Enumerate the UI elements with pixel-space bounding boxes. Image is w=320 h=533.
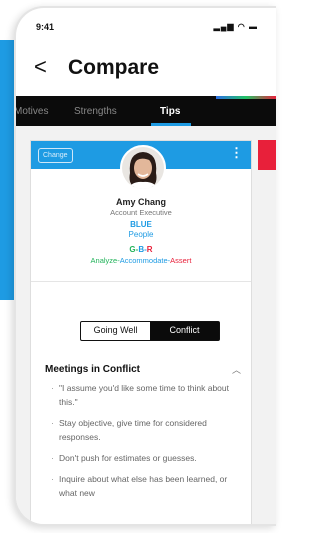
status-icons: ▂▄▆ ◠ ▬ xyxy=(214,22,258,31)
going-well-toggle[interactable]: Going Well xyxy=(81,322,150,340)
person-role: Account Executive xyxy=(110,208,172,217)
list-item: Don't push for estimates or guesses. xyxy=(51,451,239,465)
conflict-toggle[interactable]: Conflict xyxy=(150,322,219,340)
tab-motives[interactable]: Motives xyxy=(16,106,48,117)
list-item: Stay objective, give time for considered… xyxy=(51,416,239,444)
battery-icon: ▬ xyxy=(249,22,258,31)
change-button[interactable]: Change xyxy=(38,148,73,163)
card-divider xyxy=(31,281,251,282)
status-bar: 9:41 ▂▄▆ ◠ ▬ xyxy=(16,22,276,36)
phone-frame: 9:41 ▂▄▆ ◠ ▬ < Compare Motives Strengths… xyxy=(14,6,276,526)
tab-tips[interactable]: Tips xyxy=(160,106,180,117)
segmented-control: Going Well Conflict xyxy=(80,321,220,341)
rainbow-accent xyxy=(216,96,276,99)
section-title: Meetings in Conflict xyxy=(45,364,140,375)
list-item: "I assume you'd like some time to think … xyxy=(51,381,239,409)
profile-card: Change ⋮ Amy Chang Account Executive BLU… xyxy=(30,140,252,524)
motive-color: BLUE xyxy=(130,220,152,229)
more-options-icon[interactable]: ⋮ xyxy=(230,146,243,160)
signal-icon: ▂▄▆ xyxy=(213,22,235,31)
person-name: Amy Chang xyxy=(115,197,166,207)
avatar-image xyxy=(122,147,164,189)
tab-bar: Motives Strengths Tips xyxy=(16,96,276,126)
status-time: 9:41 xyxy=(36,22,55,32)
wifi-icon: ◠ xyxy=(237,22,246,31)
back-chevron-icon[interactable]: < xyxy=(34,54,47,80)
list-item: Inquire about what else has been learned… xyxy=(51,472,239,500)
motive-label: People xyxy=(128,230,154,239)
next-card-peek[interactable] xyxy=(258,140,276,170)
page-header: < Compare xyxy=(16,52,276,88)
strength-sequence: G-B-R xyxy=(129,245,153,254)
tips-list: "I assume you'd like some time to think … xyxy=(51,381,239,507)
conflict-sequence: Analyze-Accommodate-Assert xyxy=(90,256,192,265)
page-title: Compare xyxy=(68,56,160,79)
collapse-chevron-icon[interactable]: ︿ xyxy=(232,363,241,376)
avatar xyxy=(120,145,166,191)
content-area: Change ⋮ Amy Chang Account Executive BLU… xyxy=(16,126,276,524)
tab-strengths[interactable]: Strengths xyxy=(74,106,117,117)
